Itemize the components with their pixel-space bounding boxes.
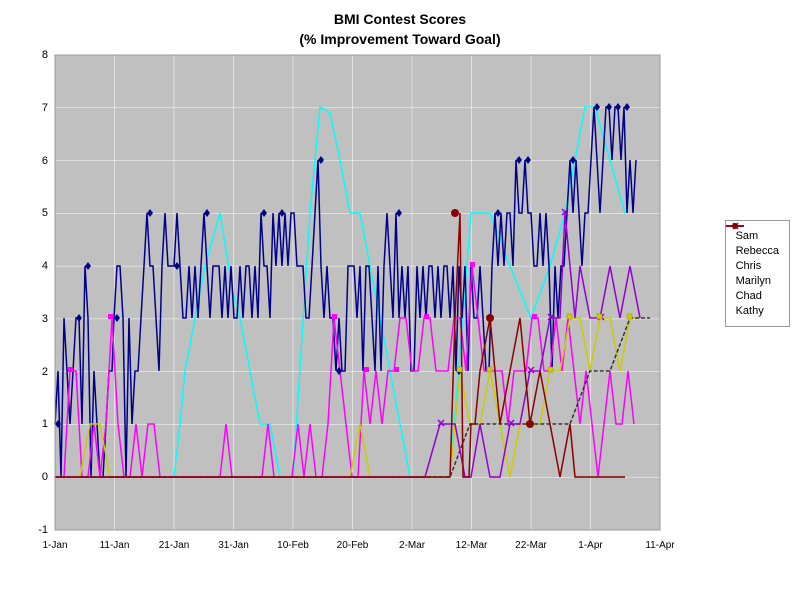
chart-legend: Sam Rebecca Chris Marilyn	[725, 220, 790, 327]
y-label-1: 1	[42, 418, 48, 430]
x-label-apr11: 11-Apr	[645, 540, 675, 551]
y-label-4: 4	[42, 260, 48, 272]
chart-svg: 8 7 6 5 4 3 2 1 0 -1 1-Jan 11-Jan 21-Jan…	[0, 0, 800, 600]
x-label-jan11: 11-Jan	[100, 540, 130, 551]
legend-rebecca: Rebecca	[736, 245, 779, 257]
x-label-feb10: 10-Feb	[277, 540, 309, 551]
y-label-5: 5	[42, 207, 48, 219]
legend-kathy-icon	[726, 221, 751, 231]
x-label-jan31: 31-Jan	[218, 540, 249, 551]
legend-chris: Chris	[736, 260, 779, 272]
y-label-0: 0	[42, 471, 48, 483]
y-label-6: 6	[42, 155, 48, 167]
legend-chris-label: Chris	[736, 260, 762, 272]
legend-marilyn: Marilyn	[736, 275, 779, 287]
legend-chad-label: Chad	[736, 290, 762, 302]
legend-marilyn-label: Marilyn	[736, 275, 771, 287]
legend-sam: Sam	[736, 230, 779, 242]
x-label-jan21: 21-Jan	[159, 540, 190, 551]
chart-bg	[55, 55, 660, 530]
y-label-n1: -1	[38, 524, 48, 536]
x-label-mar2: 2-Mar	[399, 540, 426, 551]
x-label-mar22: 22-Mar	[515, 540, 547, 551]
x-label-mar12: 12-Mar	[456, 540, 488, 551]
x-label-jan1: 1-Jan	[42, 540, 67, 551]
x-label-apr1: 1-Apr	[578, 540, 603, 551]
y-label-3: 3	[42, 313, 48, 325]
legend-kathy-label: Kathy	[736, 305, 764, 317]
legend-kathy: Kathy	[736, 305, 779, 317]
x-label-feb20: 20-Feb	[337, 540, 369, 551]
y-label-8: 8	[42, 49, 48, 61]
y-label-2: 2	[42, 366, 48, 378]
y-label-7: 7	[42, 102, 48, 114]
legend-sam-label: Sam	[736, 230, 759, 242]
legend-rebecca-label: Rebecca	[736, 245, 779, 257]
legend-chad: Chad	[736, 290, 779, 302]
chart-container: BMI Contest Scores (% Improvement Toward…	[0, 0, 800, 600]
